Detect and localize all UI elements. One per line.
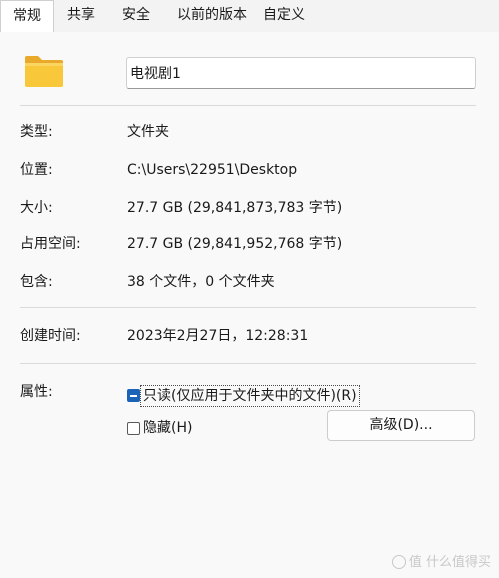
created-value: 2023年2月27日，12:28:31 bbox=[127, 328, 309, 344]
disk-size-label: 占用空间: bbox=[20, 236, 81, 252]
hidden-checkbox-label[interactable]: 隐藏(H) bbox=[143, 418, 192, 438]
tab-customize[interactable]: 自定义 bbox=[258, 0, 310, 31]
readonly-checkbox-label[interactable]: 只读(仅应用于文件夹中的文件)(R) bbox=[140, 385, 360, 407]
divider bbox=[20, 307, 476, 308]
disk-size-value: 27.7 GB (29,841,952,768 字节) bbox=[127, 236, 343, 252]
contains-value: 38 个文件，0 个文件夹 bbox=[127, 274, 275, 290]
watermark: 值 什么值得买 bbox=[391, 551, 491, 570]
general-panel: 类型: 文件夹 位置: C:\Users\22951\Desktop 大小: 2… bbox=[0, 32, 499, 578]
tab-security[interactable]: 安全 bbox=[115, 0, 157, 31]
location-label: 位置: bbox=[20, 162, 53, 178]
readonly-checkbox[interactable] bbox=[127, 389, 140, 402]
advanced-button[interactable]: 高级(D)... bbox=[327, 410, 475, 441]
tab-sharing[interactable]: 共享 bbox=[60, 0, 102, 31]
divider bbox=[20, 363, 476, 364]
watermark-logo-icon bbox=[391, 555, 406, 569]
tab-bar: 常规 共享 安全 以前的版本 自定义 bbox=[0, 0, 499, 33]
attributes-label: 属性: bbox=[20, 384, 53, 400]
watermark-text: 值 什么值得买 bbox=[408, 555, 491, 570]
created-label: 创建时间: bbox=[20, 328, 81, 344]
type-value: 文件夹 bbox=[127, 124, 169, 140]
type-label: 类型: bbox=[20, 124, 53, 140]
folder-name-input[interactable] bbox=[126, 57, 476, 89]
size-value: 27.7 GB (29,841,873,783 字节) bbox=[127, 200, 343, 216]
location-value: C:\Users\22951\Desktop bbox=[127, 162, 298, 178]
tab-previous-versions[interactable]: 以前的版本 bbox=[172, 0, 252, 31]
hidden-checkbox[interactable] bbox=[127, 422, 140, 435]
tab-general[interactable]: 常规 bbox=[0, 0, 54, 33]
size-label: 大小: bbox=[20, 200, 53, 216]
divider bbox=[20, 105, 476, 106]
folder-icon bbox=[25, 56, 63, 87]
contains-label: 包含: bbox=[20, 274, 53, 290]
